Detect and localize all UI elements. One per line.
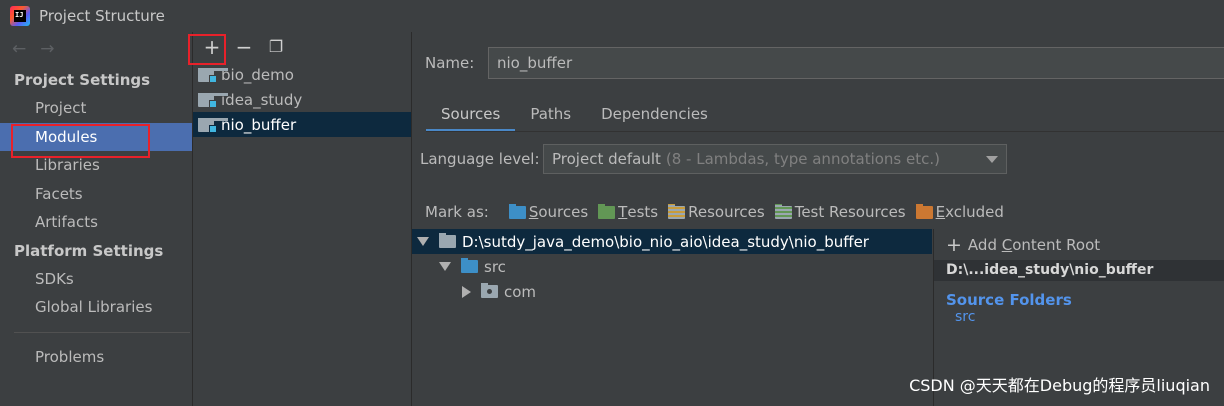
module-detail-panel: Name: Sources Paths Dependencies Languag…: [412, 32, 1224, 406]
title-bar: IJ Project Structure: [0, 0, 1224, 32]
nav-arrows: ← →: [0, 32, 192, 66]
plus-icon: +: [946, 233, 962, 256]
mark-resources-label: Resources: [688, 203, 765, 221]
tests-folder-icon: [598, 203, 616, 219]
module-folder-icon: [198, 67, 228, 83]
content-root-path: D:\...idea_study\nio_buffer: [934, 260, 1224, 281]
nav-item-modules[interactable]: Modules: [0, 122, 192, 151]
logo-text: IJ: [14, 10, 26, 22]
module-item-label: idea_study: [221, 90, 303, 109]
mark-test-resources-button[interactable]: Test Resources: [774, 203, 906, 221]
mark-as-toolbar: Mark as: Sources Tests Resources Test Re…: [425, 202, 1014, 222]
mark-excluded-mnemonic: E: [935, 203, 946, 221]
tree-row-src[interactable]: src: [412, 254, 932, 279]
module-list-panel: + − ❐ bio_demo idea_study nio_buffer: [188, 32, 411, 406]
watermark: CSDN @天天都在Debug的程序员liuqian: [909, 376, 1210, 395]
nav-item-project[interactable]: Project: [0, 94, 192, 123]
language-level-value: Project default: [552, 150, 661, 168]
source-folder-item[interactable]: src: [934, 309, 1224, 325]
intellij-logo-icon: IJ: [10, 6, 30, 26]
source-folder-icon: [461, 258, 478, 273]
nav-divider: [14, 331, 190, 333]
platform-settings-header: Platform Settings: [14, 241, 164, 260]
dropdown-caret-icon: [986, 156, 998, 163]
settings-navigation: ← → Project Settings Project Modules Lib…: [0, 32, 192, 406]
expand-arrow-icon[interactable]: [439, 262, 451, 271]
tree-root-label: D:\sutdy_java_demo\bio_nio_aio\idea_stud…: [462, 232, 869, 251]
tab-sources[interactable]: Sources: [426, 102, 516, 132]
mark-sources-label: ources: [538, 203, 589, 221]
module-name-input[interactable]: [488, 47, 1224, 79]
nav-item-global-libraries[interactable]: Global Libraries: [0, 293, 192, 322]
excluded-folder-icon: [915, 203, 933, 219]
tab-paths[interactable]: Paths: [515, 102, 586, 132]
tree-row-com[interactable]: com: [412, 279, 932, 304]
tree-com-label: com: [504, 282, 537, 301]
tree-src-label: src: [484, 257, 506, 276]
add-content-root-label-post: ontent Root: [1012, 235, 1101, 254]
mark-as-label: Mark as:: [425, 203, 489, 221]
module-item-nio-buffer[interactable]: nio_buffer: [193, 112, 411, 137]
nav-item-artifacts[interactable]: Artifacts: [0, 208, 192, 237]
collapse-arrow-icon[interactable]: [462, 285, 471, 298]
module-folder-icon: [198, 92, 228, 108]
back-arrow-icon[interactable]: ←: [12, 39, 26, 59]
package-folder-icon: [481, 283, 498, 298]
mark-sources-mnemonic: S: [528, 203, 539, 221]
remove-module-button[interactable]: −: [235, 37, 253, 57]
window-title: Project Structure: [39, 7, 165, 25]
project-settings-header: Project Settings: [14, 71, 151, 89]
add-content-root-button[interactable]: + Add Content Root: [934, 229, 1224, 260]
language-level-dropdown[interactable]: Project default (8 - Lambdas, type annot…: [543, 144, 1007, 174]
module-item-label: bio_demo: [221, 65, 294, 84]
mark-tests-mnemonic: T: [618, 203, 628, 221]
module-toolbar: + − ❐: [188, 32, 411, 65]
mark-excluded-label: xcluded: [945, 203, 1004, 221]
module-item-idea-study[interactable]: idea_study: [193, 87, 411, 112]
resources-folder-icon: [668, 203, 686, 219]
test-resources-folder-icon: [774, 203, 792, 219]
add-content-root-label-pre: Add: [967, 235, 1002, 254]
mark-sources-button[interactable]: Sources: [508, 203, 589, 221]
tab-underline: [426, 131, 1224, 132]
language-level-label: Language level:: [420, 150, 540, 168]
module-folder-icon: [198, 117, 228, 133]
add-content-root-mnemonic: C: [1001, 235, 1013, 254]
mark-tests-label: ests: [627, 203, 659, 221]
expand-arrow-icon[interactable]: [417, 237, 429, 246]
module-item-bio-demo[interactable]: bio_demo: [193, 62, 411, 87]
add-module-button[interactable]: +: [203, 37, 221, 57]
module-tabs: Sources Paths Dependencies: [426, 102, 723, 132]
module-item-label: nio_buffer: [221, 115, 297, 134]
mark-resources-button[interactable]: Resources: [668, 203, 765, 221]
mark-excluded-button[interactable]: Excluded: [915, 203, 1004, 221]
mark-tests-button[interactable]: Tests: [598, 203, 658, 221]
nav-item-facets[interactable]: Facets: [0, 180, 192, 209]
name-label: Name:: [425, 54, 475, 72]
nav-item-libraries[interactable]: Libraries: [0, 151, 192, 180]
tree-row-root[interactable]: D:\sutdy_java_demo\bio_nio_aio\idea_stud…: [412, 229, 932, 254]
copy-module-button[interactable]: ❐: [267, 38, 285, 56]
language-level-hint: (8 - Lambdas, type annotations etc.): [665, 150, 940, 168]
forward-arrow-icon[interactable]: →: [40, 39, 54, 59]
content-root-tree: D:\sutdy_java_demo\bio_nio_aio\idea_stud…: [412, 229, 932, 406]
sources-folder-icon: [508, 203, 526, 219]
mark-test-resources-label: Test Resources: [794, 203, 906, 221]
nav-item-problems[interactable]: Problems: [0, 343, 192, 372]
nav-item-sdks[interactable]: SDKs: [0, 265, 192, 294]
tab-dependencies[interactable]: Dependencies: [586, 102, 723, 132]
folder-icon: [439, 233, 456, 248]
source-folders-title: Source Folders: [946, 291, 1072, 309]
